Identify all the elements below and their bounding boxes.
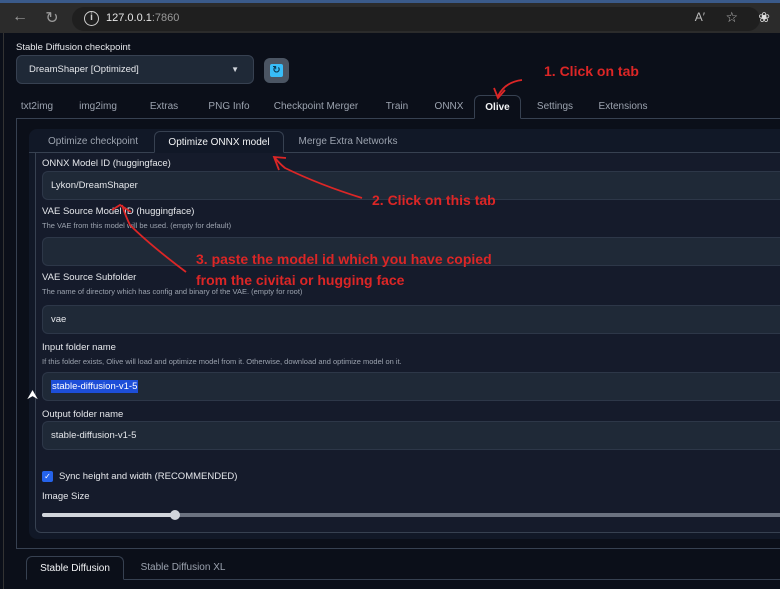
extensions-icon[interactable]: ❀	[758, 9, 770, 26]
checkpoint-value: DreamShaper [Optimized]	[29, 64, 139, 75]
checkpoint-label: Stable Diffusion checkpoint	[16, 42, 131, 53]
annotation-step3-line2: from the civitai or hugging face	[196, 272, 405, 288]
tab-merge-extra-networks[interactable]: Merge Extra Networks	[291, 131, 405, 153]
chevron-down-icon: ▼	[231, 65, 239, 74]
tab-olive[interactable]: Olive	[474, 95, 521, 119]
tab-settings[interactable]: Settings	[532, 95, 578, 119]
tab-stable-diffusion[interactable]: Stable Diffusion	[26, 556, 124, 580]
olive-tabs: Optimize checkpoint Optimize ONNX model …	[29, 131, 780, 153]
image-size-slider[interactable]	[42, 509, 780, 521]
vae-source-subfolder-label: VAE Source Subfolder	[42, 272, 137, 283]
read-aloud-icon[interactable]: A′	[695, 10, 705, 24]
vae-source-subfolder-help: The name of directory which has config a…	[42, 287, 303, 296]
slider-thumb[interactable]	[170, 510, 181, 520]
url-text: 127.0.0.1:7860	[106, 12, 179, 24]
olive-panel: Optimize checkpoint Optimize ONNX model …	[16, 119, 780, 549]
browser-toolbar: ← ↻ i 127.0.0.1:7860 A′ ☆ ❀	[0, 0, 780, 33]
tab-optimize-checkpoint[interactable]: Optimize checkpoint	[33, 131, 153, 153]
input-folder-value-selected: stable-diffusion-v1-5	[51, 380, 139, 393]
refresh-checkpoint-button[interactable]: ↻	[264, 58, 289, 83]
address-bar[interactable]: i 127.0.0.1:7860 A′ ☆	[72, 7, 760, 31]
sync-size-label: Sync height and width (RECOMMENDED)	[59, 471, 238, 482]
onnx-model-id-label: ONNX Model ID (huggingface)	[42, 158, 171, 169]
main-tabs: txt2img img2img Extras PNG Info Checkpoi…	[16, 95, 780, 119]
slider-fill	[42, 513, 176, 517]
back-arrow-icon[interactable]: ←	[10, 8, 30, 26]
vae-source-model-id-label: VAE Source Model ID (huggingface)	[42, 206, 195, 217]
annotation-step3-line1: 3. paste the model id which you have cop…	[196, 251, 492, 267]
tab-onnx[interactable]: ONNX	[428, 95, 470, 119]
tab-extensions[interactable]: Extensions	[594, 95, 652, 119]
tab-png-info[interactable]: PNG Info	[205, 95, 253, 119]
sync-size-checkbox[interactable]: ✓	[42, 471, 53, 482]
onnx-model-id-value: Lykon/DreamShaper	[51, 180, 138, 191]
url-host: 127.0.0.1	[106, 12, 152, 24]
optimize-onnx-form: ONNX Model ID (huggingface) Lykon/DreamS…	[35, 153, 780, 533]
olive-subpanel: Optimize checkpoint Optimize ONNX model …	[29, 129, 780, 539]
output-folder-label: Output folder name	[42, 409, 124, 420]
annotation-step1: 1. Click on tab	[544, 63, 639, 79]
tab-extras[interactable]: Extras	[144, 95, 184, 119]
tab-checkpoint-merger[interactable]: Checkpoint Merger	[270, 95, 362, 119]
vae-source-subfolder-value: vae	[51, 314, 67, 325]
tab-train[interactable]: Train	[379, 95, 415, 119]
model-type-tabs: Stable Diffusion Stable Diffusion XL	[26, 556, 780, 580]
output-folder-input[interactable]: stable-diffusion-v1-5	[42, 421, 780, 450]
favorite-star-icon[interactable]: ☆	[725, 9, 738, 26]
tab-img2img[interactable]: img2img	[73, 95, 123, 119]
refresh-icon: ↻	[270, 64, 283, 77]
info-icon[interactable]: i	[84, 11, 99, 26]
input-folder-label: Input folder name	[42, 342, 116, 353]
tab-txt2img[interactable]: txt2img	[16, 95, 58, 119]
webui-app: Stable Diffusion checkpoint DreamShaper …	[3, 33, 780, 589]
reload-icon[interactable]: ↻	[42, 8, 62, 28]
vae-source-subfolder-input[interactable]: vae	[42, 305, 780, 334]
mouse-cursor-icon: ⮝	[27, 387, 39, 402]
annotation-step2: 2. Click on this tab	[372, 192, 496, 208]
tab-optimize-onnx-model[interactable]: Optimize ONNX model	[154, 131, 284, 153]
input-folder-help: If this folder exists, Olive will load a…	[42, 357, 402, 366]
input-folder-input[interactable]: stable-diffusion-v1-5	[42, 372, 780, 401]
checkpoint-dropdown[interactable]: DreamShaper [Optimized] ▼	[16, 55, 254, 84]
output-folder-value: stable-diffusion-v1-5	[51, 430, 137, 441]
tab-stable-diffusion-xl[interactable]: Stable Diffusion XL	[130, 556, 236, 580]
image-size-label: Image Size	[42, 491, 90, 502]
url-port: :7860	[151, 12, 180, 24]
vae-source-model-id-help: The VAE from this model will be used. (e…	[42, 221, 232, 230]
